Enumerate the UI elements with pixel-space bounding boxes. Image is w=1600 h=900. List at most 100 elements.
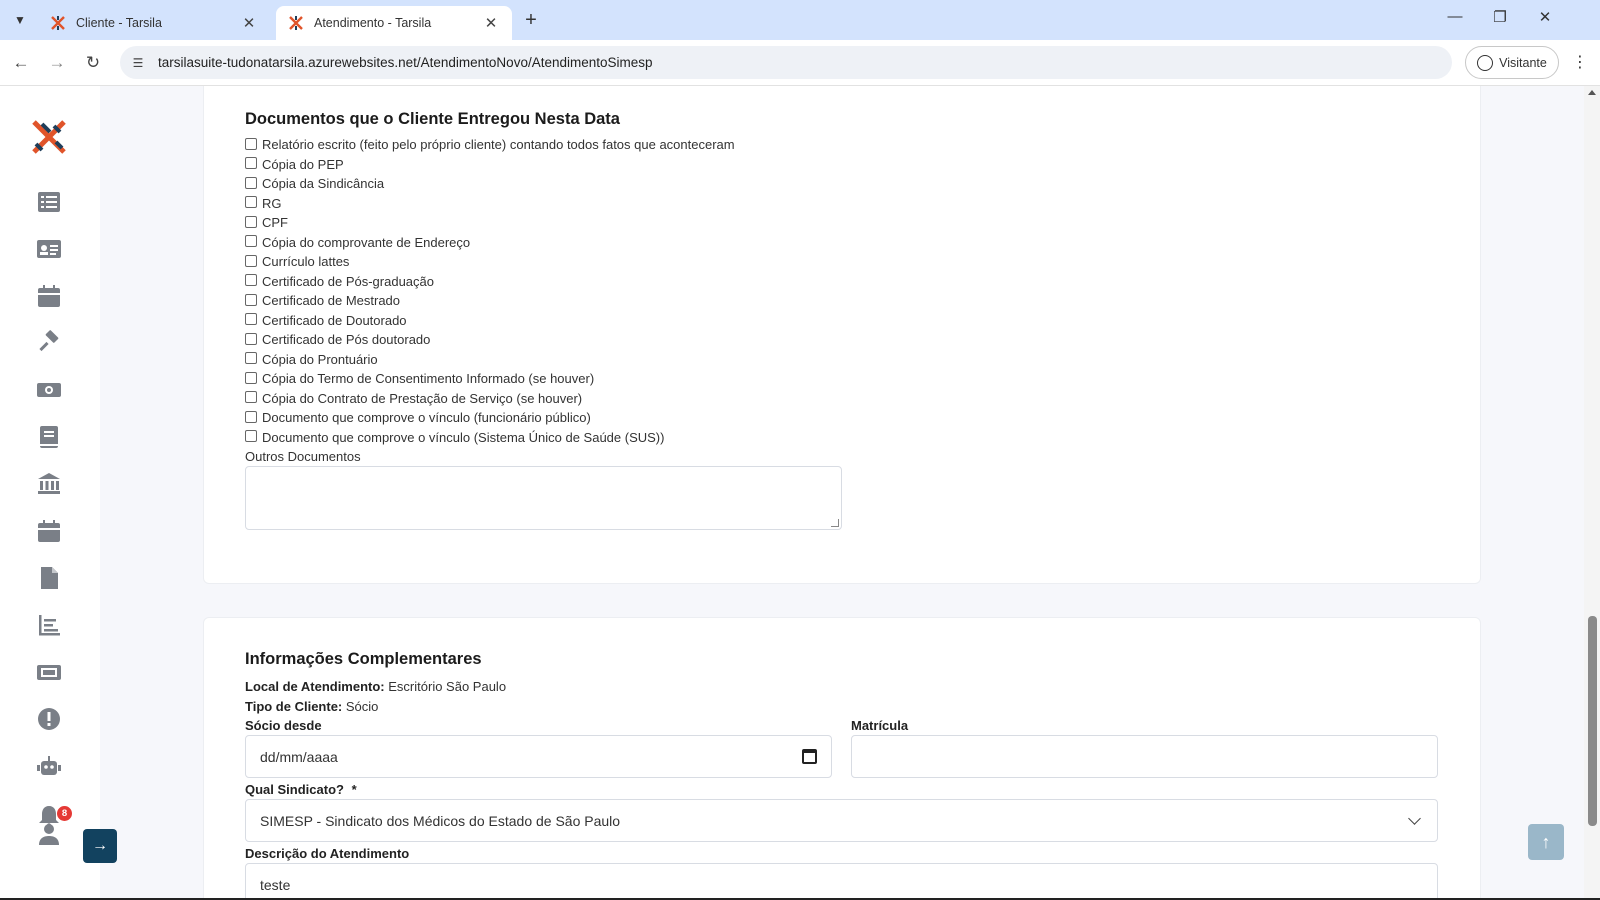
chevron-down-icon xyxy=(1408,812,1421,825)
tipo-label: Tipo de Cliente: xyxy=(245,699,343,714)
checkbox[interactable] xyxy=(245,137,257,150)
new-tab-button[interactable]: + xyxy=(520,9,542,32)
calendar-icon[interactable] xyxy=(36,283,62,309)
scroll-to-top-button[interactable]: ↑ xyxy=(1528,824,1564,860)
checkbox[interactable] xyxy=(245,391,257,404)
outros-documentos-label: Outros Documentos xyxy=(245,449,361,464)
checkbox-label: Cópia do comprovante de Endereço xyxy=(262,234,471,250)
document-checkbox-row[interactable]: Currículo lattes xyxy=(245,252,735,272)
more-menu-icon[interactable]: ⋮ xyxy=(1572,52,1588,72)
checkbox[interactable] xyxy=(245,196,257,209)
checkbox[interactable] xyxy=(245,274,257,287)
checkbox-label: RG xyxy=(262,195,282,211)
reload-icon[interactable]: ↻ xyxy=(81,51,105,75)
tab-cliente[interactable]: Cliente - Tarsila ✕ xyxy=(38,6,270,40)
document-checkbox-row[interactable]: RG xyxy=(245,194,735,214)
checkbox-label: Cópia do PEP xyxy=(262,156,344,172)
page-scrollbar[interactable] xyxy=(1584,86,1600,900)
checkbox[interactable] xyxy=(245,313,257,326)
document-checkbox-row[interactable]: Relatório escrito (feito pelo próprio cl… xyxy=(245,135,735,155)
sindicato-selected-value: SIMESP - Sindicato dos Médicos do Estado… xyxy=(260,812,621,829)
document-checkbox-row[interactable]: Cópia do PEP xyxy=(245,155,735,175)
checkbox-label: Certificado de Mestrado xyxy=(262,293,401,309)
checkbox-label: CPF xyxy=(262,215,288,231)
close-window-button[interactable]: ✕ xyxy=(1530,8,1560,26)
checkbox-label: Currículo lattes xyxy=(262,254,350,270)
descricao-value: teste xyxy=(260,876,291,893)
tipo-value: Sócio xyxy=(345,699,379,714)
checkbox[interactable] xyxy=(245,410,257,423)
document-checkbox-row[interactable]: Documento que comprove o vínculo (funcio… xyxy=(245,408,735,428)
socio-desde-date-input[interactable]: dd/mm/aaaa xyxy=(245,735,832,778)
checkbox[interactable] xyxy=(245,430,257,443)
close-icon[interactable]: ✕ xyxy=(240,14,258,32)
file-icon[interactable] xyxy=(36,565,62,591)
date-placeholder: dd/mm/aaaa xyxy=(260,748,338,765)
checkbox[interactable] xyxy=(245,293,257,306)
local-atendimento: Local de Atendimento: Escritório São Pau… xyxy=(245,679,506,694)
id-card-icon[interactable] xyxy=(36,236,62,262)
document-checkbox-row[interactable]: Certificado de Pós doutorado xyxy=(245,330,735,350)
checkbox[interactable] xyxy=(245,371,257,384)
local-label: Local de Atendimento: xyxy=(245,679,385,694)
document-checkbox-row[interactable]: Certificado de Mestrado xyxy=(245,291,735,311)
checkbox[interactable] xyxy=(245,215,257,228)
checkbox[interactable] xyxy=(245,352,257,365)
document-checkbox-row[interactable]: Certificado de Doutorado xyxy=(245,311,735,331)
address-bar[interactable]: ☰ tarsilasuite-tudonatarsila.azurewebsit… xyxy=(120,46,1452,79)
sidebar-expand-button[interactable]: → xyxy=(83,829,117,863)
checkbox-label: Relatório escrito (feito pelo próprio cl… xyxy=(262,137,735,153)
chart-icon[interactable] xyxy=(36,612,62,638)
matricula-input[interactable] xyxy=(851,735,1438,778)
tab-atendimento[interactable]: Atendimento - Tarsila ✕ xyxy=(276,6,512,40)
document-checkbox-row[interactable]: Cópia do Contrato de Prestação de Serviç… xyxy=(245,389,735,409)
matricula-label: Matrícula xyxy=(851,718,909,733)
checkbox[interactable] xyxy=(245,332,257,345)
resize-handle-icon[interactable] xyxy=(831,519,839,527)
checkbox[interactable] xyxy=(245,157,257,170)
calendar-icon[interactable] xyxy=(36,518,62,544)
checkbox[interactable] xyxy=(245,176,257,189)
close-icon[interactable]: ✕ xyxy=(482,14,500,32)
checkbox-label: Certificado de Doutorado xyxy=(262,312,407,328)
checkbox-label: Cópia da Sindicância xyxy=(262,176,385,192)
document-checkbox-row[interactable]: CPF xyxy=(245,213,735,233)
scrollbar-thumb[interactable] xyxy=(1588,616,1597,826)
document-checkbox-row[interactable]: Cópia do Prontuário xyxy=(245,350,735,370)
profile-button[interactable]: Visitante xyxy=(1465,46,1559,79)
document-checkbox-row[interactable]: Cópia do Termo de Consentimento Informad… xyxy=(245,369,735,389)
document-checkbox-row[interactable]: Certificado de Pós-graduação xyxy=(245,272,735,292)
sidebar: 8 xyxy=(0,86,100,900)
sindicato-select[interactable]: SIMESP - Sindicato dos Médicos do Estado… xyxy=(245,799,1438,842)
tab-search-button[interactable]: ▼ xyxy=(8,8,32,32)
back-arrow-icon[interactable]: ← xyxy=(9,51,33,75)
document-checkbox-row[interactable]: Cópia do comprovante de Endereço xyxy=(245,233,735,253)
required-mark: * xyxy=(351,782,357,797)
gavel-icon[interactable] xyxy=(36,330,62,356)
tipo-cliente: Tipo de Cliente: Sócio xyxy=(245,699,378,714)
ticket-icon[interactable] xyxy=(36,659,62,685)
list-icon[interactable] xyxy=(36,189,62,215)
minimize-button[interactable]: — xyxy=(1440,8,1470,25)
forward-arrow-icon[interactable]: → xyxy=(45,51,69,75)
restore-button[interactable]: ❐ xyxy=(1485,8,1515,26)
checkbox[interactable] xyxy=(245,254,257,267)
checkbox-label: Certificado de Pós-graduação xyxy=(262,273,434,289)
user-icon[interactable] xyxy=(36,821,62,847)
outros-documentos-textarea[interactable] xyxy=(245,466,842,530)
robot-icon[interactable] xyxy=(36,753,62,779)
site-settings-icon[interactable]: ☰ xyxy=(128,53,148,73)
bank-icon[interactable] xyxy=(36,471,62,497)
document-checkbox-row[interactable]: Documento que comprove o vínculo (Sistem… xyxy=(245,428,735,448)
descricao-input[interactable]: teste xyxy=(245,863,1438,900)
tarsila-logo-icon[interactable] xyxy=(30,118,68,156)
checkbox-label: Documento que comprove o vínculo (Sistem… xyxy=(262,429,665,445)
sindicato-label: Qual Sindicato? * xyxy=(245,782,357,797)
money-icon[interactable] xyxy=(36,377,62,403)
book-icon[interactable] xyxy=(36,424,62,450)
scroll-up-arrow-icon[interactable] xyxy=(1588,90,1596,95)
calendar-picker-icon[interactable] xyxy=(802,749,817,764)
document-checkbox-row[interactable]: Cópia da Sindicância xyxy=(245,174,735,194)
alert-icon[interactable] xyxy=(36,706,62,732)
checkbox[interactable] xyxy=(245,235,257,248)
